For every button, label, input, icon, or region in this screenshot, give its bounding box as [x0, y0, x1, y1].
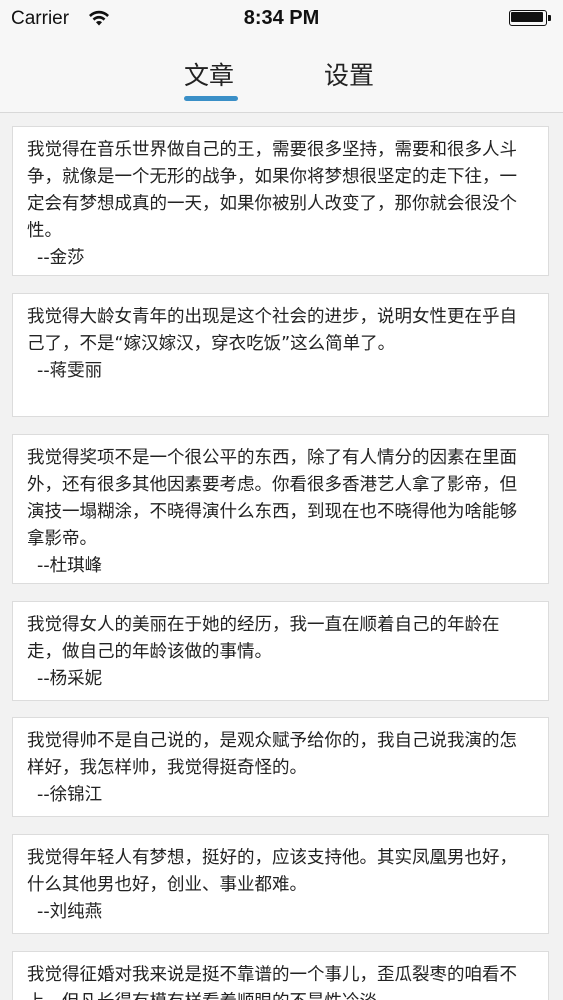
article-card-6[interactable]: 我觉得年轻人有梦想，挺好的，应该支持他。其实凤凰男也好，什么其他男也好，创业、事… [12, 834, 549, 934]
article-quote: 我觉得大龄女青年的出现是这个社会的进步，说明女性更在乎自己了，不是“嫁汉嫁汉，穿… [27, 307, 517, 354]
article-card-5[interactable]: 我觉得帅不是自己说的，是观众赋予给你的，我自己说我演的怎样好，我怎样帅，我觉得挺… [12, 717, 549, 817]
article-author: --杨采妮 [37, 669, 103, 689]
active-tab-indicator [184, 96, 238, 101]
article-quote: 我觉得帅不是自己说的，是观众赋予给你的，我自己说我演的怎样好，我怎样帅，我觉得挺… [27, 731, 517, 778]
article-card-3[interactable]: 我觉得奖项不是一个很公平的东西，除了有人情分的因素在里面外，还有很多其他因素要考… [12, 434, 549, 584]
article-quote: 我觉得征婚对我来说是挺不靠谱的一个事儿，歪瓜裂枣的咱看不上，但凡长得有模有样看着… [27, 965, 517, 1000]
article-quote: 我觉得奖项不是一个很公平的东西，除了有人情分的因素在里面外，还有很多其他因素要考… [27, 448, 517, 549]
article-card-1[interactable]: 我觉得在音乐世界做自己的王，需要很多坚持，需要和很多人斗争，就像是一个无形的战争… [12, 126, 549, 276]
tab-articles[interactable]: 文章 [184, 56, 234, 92]
article-author: --蒋雯丽 [37, 361, 103, 381]
article-quote: 我觉得年轻人有梦想，挺好的，应该支持他。其实凤凰男也好，什么其他男也好，创业、事… [27, 848, 517, 895]
article-author: --杜琪峰 [37, 556, 103, 576]
article-author: --徐锦江 [37, 785, 103, 805]
status-time: 8:34 PM [243, 7, 320, 29]
article-card-2[interactable]: 我觉得大龄女青年的出现是这个社会的进步，说明女性更在乎自己了，不是“嫁汉嫁汉，穿… [12, 293, 549, 417]
status-bar: Carrier 8:34 PM [0, 0, 563, 38]
article-quote: 我觉得在音乐世界做自己的王，需要很多坚持，需要和很多人斗争，就像是一个无形的战争… [27, 140, 517, 241]
article-quote: 我觉得女人的美丽在于她的经历，我一直在顺着自己的年龄在走，做自己的年龄该做的事情… [27, 615, 500, 662]
article-card-7[interactable]: 我觉得征婚对我来说是挺不靠谱的一个事儿，歪瓜裂枣的咱看不上，但凡长得有模有样看着… [12, 951, 549, 1000]
article-list[interactable]: 我觉得在音乐世界做自己的王，需要很多坚持，需要和很多人斗争，就像是一个无形的战争… [0, 113, 563, 1000]
article-card-4[interactable]: 我觉得女人的美丽在于她的经历，我一直在顺着自己的年龄在走，做自己的年龄该做的事情… [12, 601, 549, 701]
tab-settings[interactable]: 设置 [324, 56, 374, 92]
battery-icon [509, 10, 553, 28]
tab-bar: 文章 设置 [0, 38, 563, 113]
article-author: --刘纯燕 [37, 902, 103, 922]
article-author: --金莎 [37, 248, 85, 268]
